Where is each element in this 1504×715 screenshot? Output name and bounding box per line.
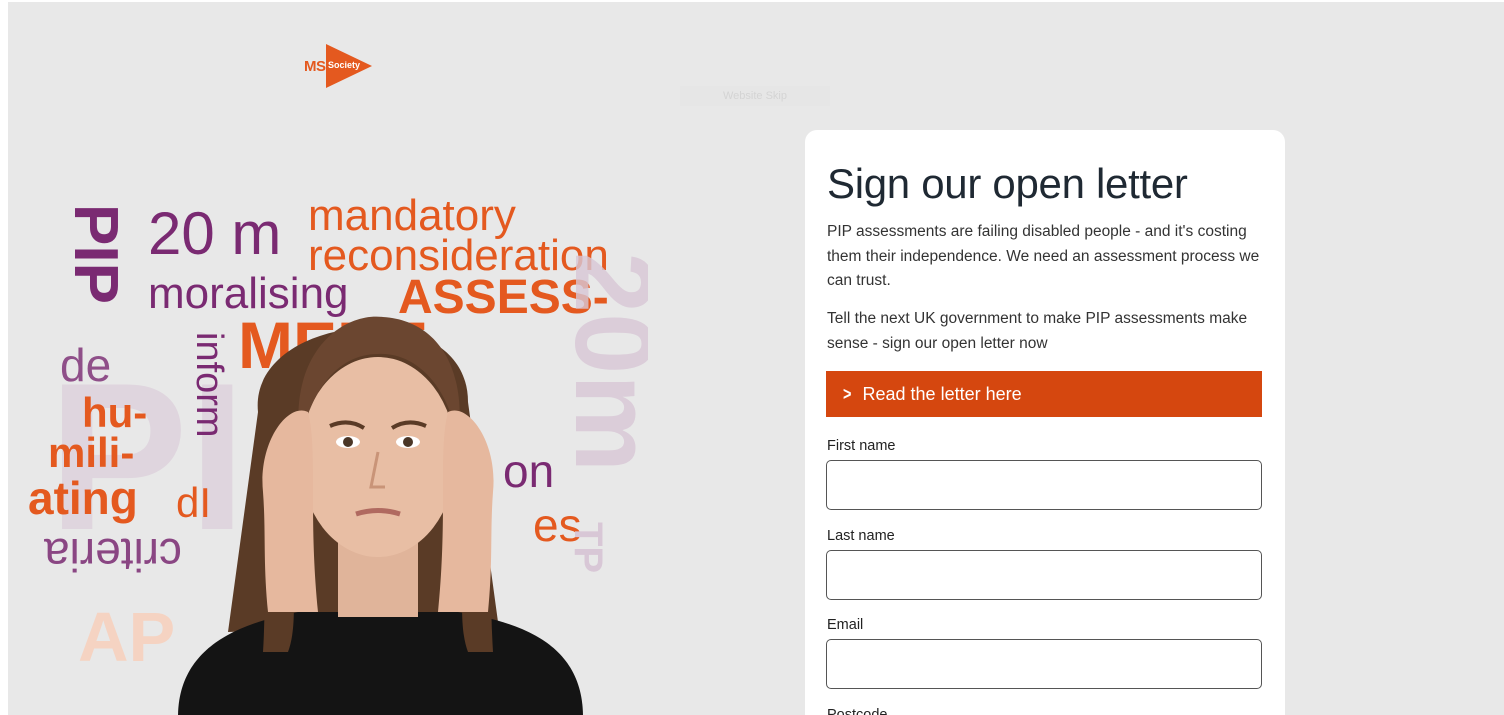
read-letter-button[interactable]: > Read the letter here [826, 371, 1262, 417]
hero-word: AP [78, 598, 176, 676]
email-label: Email [827, 617, 864, 633]
hero-word: criteria [44, 529, 183, 581]
intro-paragraph: PIP assessments are failing disabled peo… [827, 223, 1260, 289]
hero-word: PIP [61, 204, 130, 304]
page-title: Sign our open letter [827, 160, 1188, 207]
logo-subtext: Society [328, 60, 361, 70]
first-name-label: First name [827, 438, 896, 454]
hero-word: hu- [82, 389, 148, 436]
hero-word: mili- [48, 429, 135, 476]
ms-society-logo[interactable]: MS Society [304, 44, 386, 92]
last-name-input[interactable] [826, 550, 1262, 600]
call-to-action-paragraph: Tell the next UK government to make PIP … [827, 310, 1248, 352]
first-name-input[interactable] [826, 460, 1262, 510]
hero-word: de [60, 339, 112, 391]
read-letter-label: Read the letter here [862, 383, 1022, 404]
logo-text: MS [304, 58, 326, 75]
page-background: MS Society Website Skip PIP PIP 20 m man… [8, 2, 1504, 715]
hero-word: 20 m [148, 200, 282, 267]
open-letter-card: Sign our open letter PIP assessments are… [805, 130, 1285, 715]
postcode-label: Postcode [827, 707, 888, 715]
hero-image: PIP PIP 20 m mandatory reconsideration m… [8, 182, 648, 715]
last-name-label: Last name [827, 528, 895, 544]
hero-word: ating [28, 472, 138, 524]
skip-link[interactable]: Website Skip [680, 86, 830, 106]
person-illustration [178, 316, 583, 715]
email-input[interactable] [826, 639, 1262, 689]
chevron-right-icon: > [843, 383, 852, 404]
